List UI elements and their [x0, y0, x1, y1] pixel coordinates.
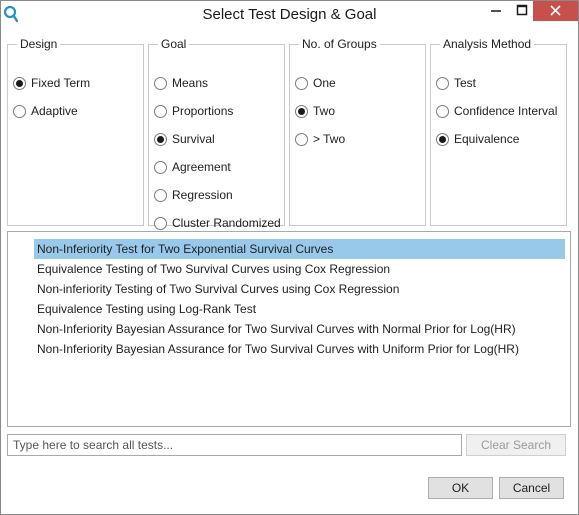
radio-button-icon	[13, 104, 26, 118]
list-item[interactable]: Equivalence Testing of Two Survival Curv…	[34, 259, 565, 279]
radio-proportions[interactable]: Proportions	[154, 103, 233, 119]
list-item[interactable]: Equivalence Testing using Log-Rank Test	[34, 299, 565, 319]
title-bar[interactable]: Select Test Design & Goal	[1, 1, 578, 29]
ok-button[interactable]: OK	[428, 477, 493, 499]
radio-regression[interactable]: Regression	[154, 187, 233, 203]
close-button[interactable]	[533, 1, 578, 21]
close-icon	[533, 1, 578, 21]
radio-label: Two	[313, 104, 336, 118]
radio-button-icon	[436, 76, 449, 90]
radio-label: Adaptive	[31, 104, 78, 118]
radio-label: Agreement	[172, 160, 231, 174]
radio-adaptive[interactable]: Adaptive	[13, 103, 78, 119]
test-list[interactable]: Non-Inferiority Test for Two Exponential…	[7, 231, 571, 427]
maximize-icon	[509, 1, 535, 21]
radio-means[interactable]: Means	[154, 75, 208, 91]
radio-cluster-randomized[interactable]: Cluster Randomized	[154, 215, 281, 231]
list-item[interactable]: Non-inferiority Testing of Two Survival …	[34, 279, 565, 299]
dialog-window: Select Test Design & Goal Design Fixed T…	[0, 0, 579, 515]
analysis-method-legend: Analysis Method	[443, 37, 532, 51]
radio-label: Fixed Term	[31, 76, 91, 90]
radio-label: One	[313, 76, 336, 90]
radio-label: Test	[454, 76, 477, 90]
radio-button-icon	[154, 76, 167, 90]
groups-count-group: No. of Groups One Two > Two	[289, 37, 426, 226]
minimize-button[interactable]	[483, 1, 509, 21]
goal-group: Goal Means Proportions Survival Agreemen…	[148, 37, 285, 230]
radio-button-icon	[295, 104, 308, 118]
radio-one[interactable]: One	[295, 75, 336, 91]
radio-equivalence[interactable]: Equivalence	[436, 131, 519, 147]
radio-button-icon	[154, 216, 167, 230]
radio-button-icon	[154, 188, 167, 202]
radio-agreement[interactable]: Agreement	[154, 159, 231, 175]
analysis-method-group: Analysis Method Test Confidence Interval…	[430, 37, 567, 226]
radio-label: > Two	[313, 132, 346, 146]
cancel-button[interactable]: Cancel	[499, 477, 564, 499]
radio-label: Cluster Randomized	[172, 216, 281, 230]
radio-more-than-two[interactable]: > Two	[295, 131, 345, 147]
radio-label: Equivalence	[454, 132, 520, 146]
clear-search-button[interactable]: Clear Search	[466, 434, 566, 456]
radio-button-icon	[436, 132, 449, 146]
radio-label: Confidence Interval	[454, 104, 558, 118]
minimize-icon	[483, 1, 509, 21]
radio-label: Regression	[172, 188, 233, 202]
list-item[interactable]: Non-Inferiority Test for Two Exponential…	[34, 239, 565, 259]
radio-label: Means	[172, 76, 209, 90]
radio-button-icon	[154, 160, 167, 174]
radio-button-icon	[154, 104, 167, 118]
goal-legend: Goal	[161, 37, 187, 51]
radio-label: Survival	[172, 132, 215, 146]
list-item[interactable]: Non-Inferiority Bayesian Assurance for T…	[34, 319, 565, 339]
radio-button-icon	[13, 76, 26, 90]
radio-button-icon	[295, 76, 308, 90]
radio-button-icon	[295, 132, 308, 146]
search-input[interactable]	[7, 434, 462, 456]
radio-survival[interactable]: Survival	[154, 131, 215, 147]
radio-confidence-interval[interactable]: Confidence Interval	[436, 103, 557, 119]
radio-label: Proportions	[172, 104, 234, 118]
radio-two[interactable]: Two	[295, 103, 335, 119]
radio-test[interactable]: Test	[436, 75, 476, 91]
list-item[interactable]: Non-Inferiority Bayesian Assurance for T…	[34, 339, 565, 359]
maximize-button[interactable]	[509, 1, 535, 21]
radio-button-icon	[154, 132, 167, 146]
design-legend: Design	[20, 37, 58, 51]
radio-button-icon	[436, 104, 449, 118]
radio-fixed-term[interactable]: Fixed Term	[13, 75, 90, 91]
design-group: Design Fixed Term Adaptive	[7, 37, 144, 226]
groups-count-legend: No. of Groups	[302, 37, 377, 51]
